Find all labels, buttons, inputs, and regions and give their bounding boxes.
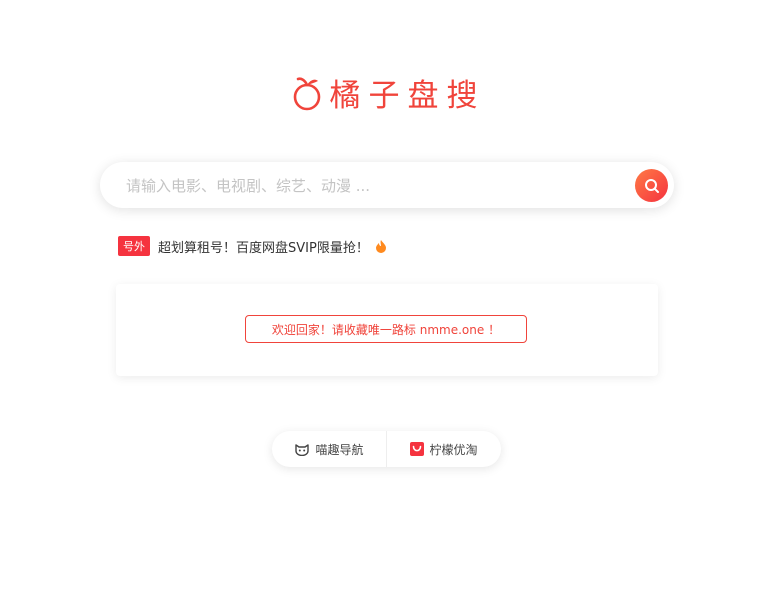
- welcome-card: 欢迎回家！请收藏唯一路标 nmme.one ！: [116, 284, 658, 376]
- link-miaoqu-nav[interactable]: 喵趣导航: [272, 431, 386, 467]
- search-button[interactable]: [635, 169, 668, 202]
- announcement-link[interactable]: 超划算租号！百度网盘SVIP限量抢！: [158, 237, 369, 256]
- site-logo[interactable]: 橘子盘搜: [0, 70, 775, 115]
- welcome-notice: 欢迎回家！请收藏唯一路标 nmme.one ！: [245, 315, 527, 343]
- orange-icon: [293, 76, 320, 110]
- link-lemon-youtao[interactable]: 柠檬优淘: [387, 431, 501, 467]
- shopping-bag-icon: [410, 442, 425, 456]
- search-input[interactable]: [124, 162, 618, 210]
- link-label: 喵趣导航: [315, 442, 364, 457]
- announcement: 号外 超划算租号！百度网盘SVIP限量抢！: [118, 236, 387, 256]
- search-bar: [100, 162, 674, 210]
- site-title: 橘子盘搜: [329, 78, 486, 114]
- link-label: 柠檬优淘: [429, 442, 478, 457]
- search-icon: [644, 178, 659, 193]
- cat-face-icon: [294, 443, 310, 456]
- friend-links: 喵趣导航 柠檬优淘: [272, 431, 501, 467]
- fire-icon: [375, 240, 386, 253]
- announcement-badge: 号外: [118, 236, 150, 256]
